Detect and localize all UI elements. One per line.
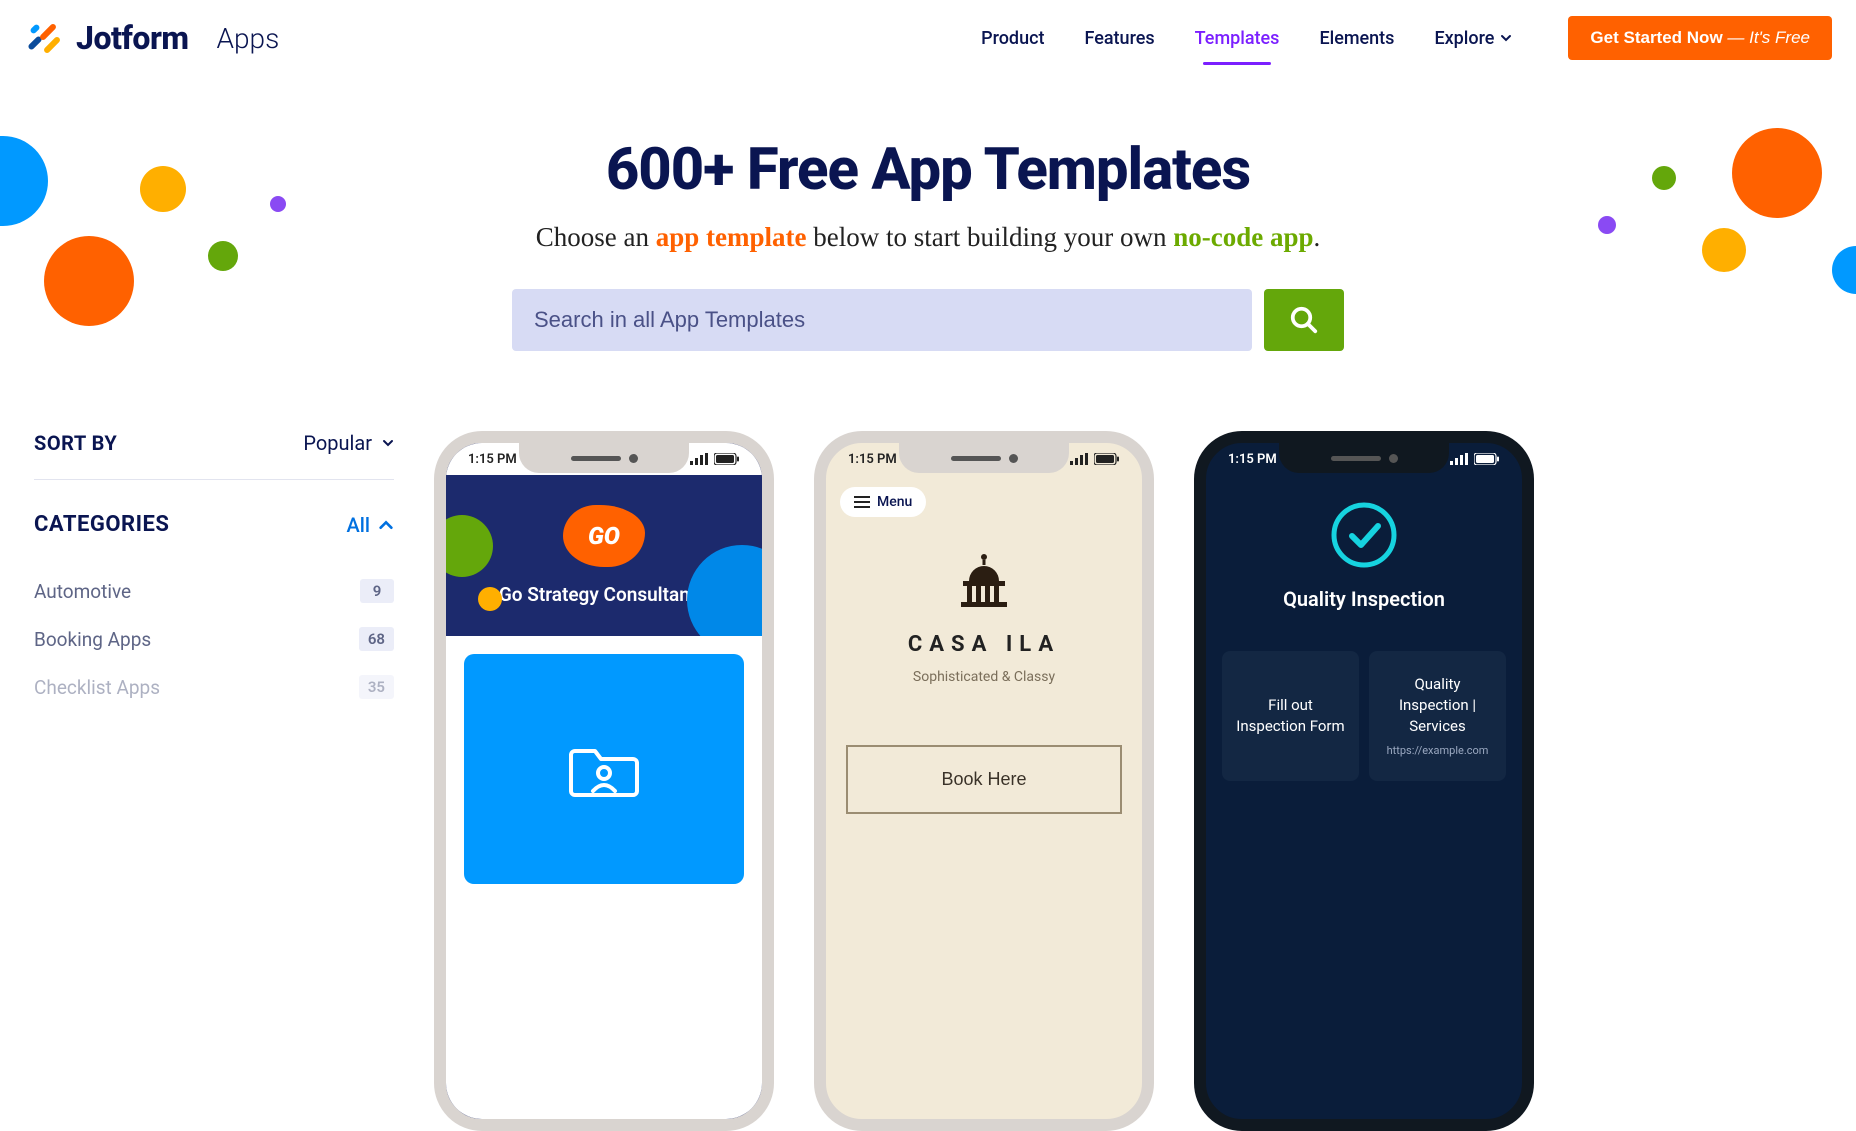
template-header: GO Go Strategy Consultancy xyxy=(446,475,762,636)
decor-dot xyxy=(208,241,238,271)
brand-name: Jotform xyxy=(76,19,189,57)
category-count: 68 xyxy=(359,627,394,651)
content: SORT BY Popular CATEGORIES All Automotiv… xyxy=(0,391,1856,1131)
sort-value: Popular xyxy=(303,431,372,455)
status-time: 1:15 PM xyxy=(1228,452,1277,467)
app-subtitle: Sophisticated & Classy xyxy=(846,669,1122,685)
chevron-down-icon xyxy=(382,437,394,449)
nav-templates[interactable]: Templates xyxy=(1195,20,1280,57)
search-row xyxy=(20,289,1836,351)
template-body xyxy=(446,636,762,1131)
template-card[interactable]: 1:15 PM Menu CASA ILA Sophisticated & Cl… xyxy=(814,431,1154,1131)
phone-notch xyxy=(899,443,1069,473)
category-item[interactable]: Automotive 9 xyxy=(34,567,394,615)
sort-select[interactable]: Popular xyxy=(303,431,394,455)
decor-dot xyxy=(1652,166,1676,190)
category-count: 35 xyxy=(359,675,394,699)
phone-notch xyxy=(1279,443,1449,473)
header: Jotform Apps Product Features Templates … xyxy=(0,0,1856,76)
jotform-logo-icon xyxy=(24,18,64,58)
search-icon xyxy=(1289,305,1319,335)
decor-dot xyxy=(140,166,186,212)
signal-icon xyxy=(690,453,708,465)
chevron-up-icon xyxy=(378,517,394,533)
battery-icon xyxy=(714,453,740,465)
signal-icon xyxy=(1450,453,1468,465)
chevron-down-icon xyxy=(1500,32,1512,44)
card-link: https://example.com xyxy=(1379,743,1496,758)
logo-area[interactable]: Jotform Apps xyxy=(24,18,279,58)
nav-features[interactable]: Features xyxy=(1084,20,1154,57)
template-card[interactable]: 1:15 PM Quality Inspection Fill out Insp… xyxy=(1194,431,1534,1131)
status-time: 1:15 PM xyxy=(848,452,897,467)
app-title: CASA ILA xyxy=(846,632,1122,657)
category-count: 9 xyxy=(360,579,394,603)
category-name: Checklist Apps xyxy=(34,676,160,699)
hamburger-icon xyxy=(854,496,870,508)
category-name: Automotive xyxy=(34,580,131,603)
cta-em: — It's Free xyxy=(1723,28,1810,47)
search-input[interactable] xyxy=(512,289,1252,351)
status-time: 1:15 PM xyxy=(468,452,517,467)
battery-icon xyxy=(1474,453,1500,465)
nav-explore-label: Explore xyxy=(1434,28,1494,49)
app-logo: GO xyxy=(563,505,645,567)
category-name: Booking Apps xyxy=(34,628,151,651)
decor-dot xyxy=(1732,128,1822,218)
hero: 600+ Free App Templates Choose an app te… xyxy=(0,76,1856,391)
categories-header: CATEGORIES All xyxy=(34,512,394,545)
nav-explore[interactable]: Explore xyxy=(1434,20,1512,57)
menu-button[interactable]: Menu xyxy=(840,487,926,517)
action-card[interactable]: Fill out Inspection Form xyxy=(1222,651,1359,781)
nav-elements[interactable]: Elements xyxy=(1319,20,1394,57)
categories-all-label: All xyxy=(347,513,370,537)
categories-label: CATEGORIES xyxy=(34,512,169,537)
categories-all-toggle[interactable]: All xyxy=(347,513,394,537)
section-label: Apps xyxy=(217,22,280,55)
building-icon xyxy=(953,553,1015,608)
decor-dot xyxy=(1832,246,1856,294)
template-body: CASA ILA Sophisticated & Classy Book Her… xyxy=(826,475,1142,834)
decor-dot xyxy=(1702,228,1746,272)
card-grid: Fill out Inspection Form Quality Inspect… xyxy=(1222,651,1506,781)
app-title: Quality Inspection xyxy=(1222,587,1506,611)
phone-notch xyxy=(519,443,689,473)
nav-product[interactable]: Product xyxy=(981,20,1044,57)
template-body: Quality Inspection Fill out Inspection F… xyxy=(1206,475,1522,799)
search-button[interactable] xyxy=(1264,289,1344,351)
template-card[interactable]: 1:15 PM GO Go Strategy Consultancy xyxy=(434,431,774,1131)
decor-dot xyxy=(1598,216,1616,234)
signal-icon xyxy=(1070,453,1088,465)
category-item[interactable]: Checklist Apps 35 xyxy=(34,663,394,711)
menu-label: Menu xyxy=(877,494,912,510)
cta-main: Get Started Now xyxy=(1590,28,1722,47)
folder-person-icon xyxy=(569,739,639,799)
hero-subtitle: Choose an app template below to start bu… xyxy=(20,222,1836,253)
feature-card xyxy=(464,654,744,884)
main-nav: Product Features Templates Elements Expl… xyxy=(981,16,1832,60)
categories-list: Automotive 9 Booking Apps 68 Checklist A… xyxy=(34,567,394,711)
decor-dot xyxy=(44,236,134,326)
action-card[interactable]: Quality Inspection | Services https://ex… xyxy=(1369,651,1506,781)
sort-row: SORT BY Popular xyxy=(34,431,394,480)
battery-icon xyxy=(1094,453,1120,465)
get-started-button[interactable]: Get Started Now — It's Free xyxy=(1568,16,1832,60)
check-circle-icon xyxy=(1330,501,1398,569)
decor-dot xyxy=(270,196,286,212)
hero-title: 600+ Free App Templates xyxy=(20,136,1836,204)
book-button[interactable]: Book Here xyxy=(846,745,1122,814)
templates-grid: 1:15 PM GO Go Strategy Consultancy xyxy=(434,431,1822,1131)
sidebar: SORT BY Popular CATEGORIES All Automotiv… xyxy=(34,431,394,1131)
category-item[interactable]: Booking Apps 68 xyxy=(34,615,394,663)
sort-label: SORT BY xyxy=(34,431,117,455)
